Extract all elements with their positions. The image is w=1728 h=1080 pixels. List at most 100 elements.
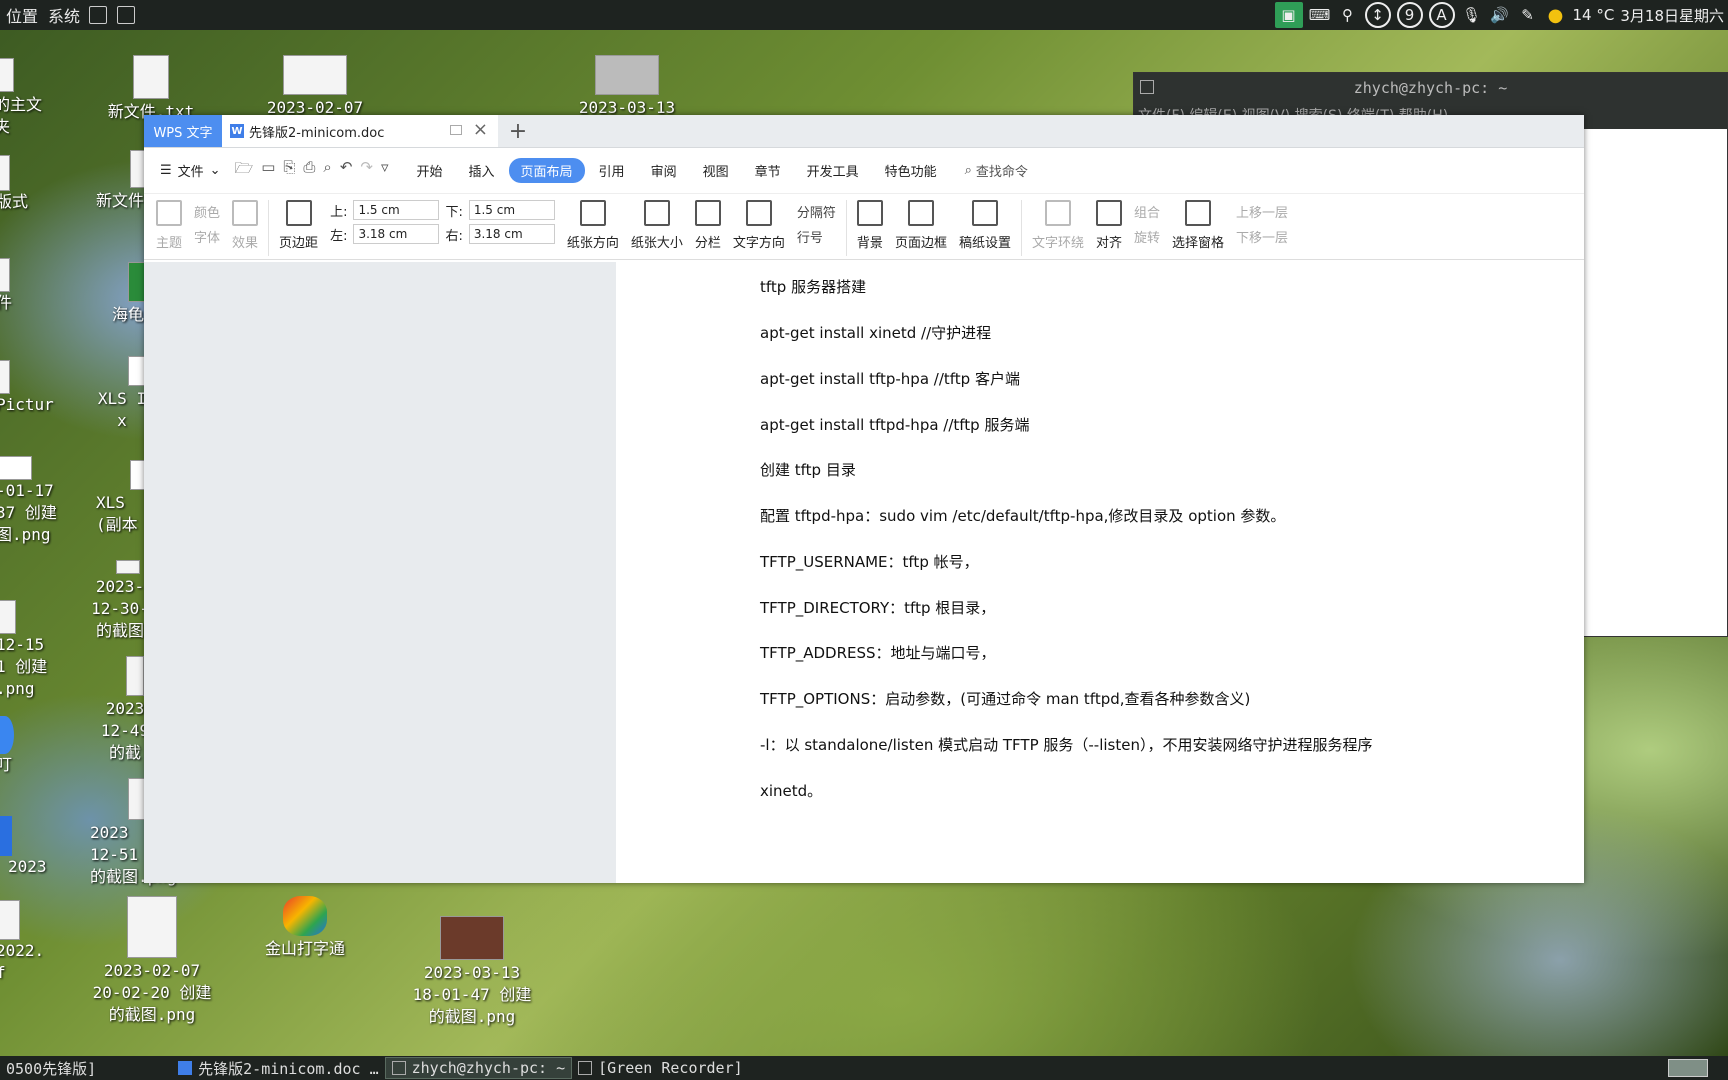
- undo-icon[interactable]: ↶: [340, 158, 353, 183]
- desktop-icon-newfile-txt[interactable]: 新文件.txt: [96, 55, 206, 123]
- tab-chapter[interactable]: 章节: [743, 158, 793, 183]
- command-search[interactable]: ⌕ 查找命令: [965, 161, 1028, 180]
- text-direction-button[interactable]: 文字方向: [727, 196, 791, 251]
- theme-button[interactable]: 主题: [150, 196, 188, 251]
- columns-button[interactable]: 分栏: [689, 196, 727, 251]
- pen-tool-icon[interactable]: ✎: [1517, 4, 1539, 26]
- align-button[interactable]: 对齐: [1090, 196, 1128, 251]
- color-button[interactable]: 颜色: [194, 202, 220, 221]
- tab-page-layout[interactable]: 页面布局: [508, 158, 585, 183]
- selection-pane-button[interactable]: 选择窗格: [1166, 196, 1230, 251]
- terminal-title: zhych@zhych-pc: ~: [1353, 79, 1508, 97]
- file-menu-button[interactable]: ☰ 文件 ⌄: [160, 161, 221, 180]
- wps-home-tab[interactable]: WPS 文字: [144, 115, 222, 147]
- open-icon[interactable]: 🗁: [235, 158, 254, 183]
- system-menu[interactable]: 系统: [42, 3, 84, 27]
- workspace-switcher[interactable]: [1668, 1059, 1708, 1077]
- page-border-button[interactable]: 页面边框: [889, 196, 953, 251]
- paper-size-button[interactable]: 纸张大小: [625, 196, 689, 251]
- terminal-titlebar[interactable]: zhych@zhych-pc: ~: [1134, 73, 1727, 103]
- tab-start[interactable]: 开始: [405, 158, 455, 183]
- updates-icon[interactable]: ↕: [1364, 2, 1391, 28]
- customize-toolbar-icon[interactable]: ▿: [381, 158, 389, 183]
- search-icon: ⌕: [964, 163, 972, 178]
- page-layout-ribbon: 主题 颜色 字体 效果 页边距 上: 1.5 cm 下: 1.5 cm 左: 3…: [144, 194, 1584, 260]
- hamburger-icon: ☰: [160, 163, 172, 178]
- desktop-icon-pdf-2022[interactable]: 2022. f: [0, 900, 56, 984]
- desktop-icon-jinshan-typing[interactable]: 金山打字通: [250, 896, 360, 960]
- taskbar-item-wps-doc[interactable]: 先锋版2-minicom.doc …: [172, 1057, 384, 1079]
- send-backward-button[interactable]: 下移一层: [1236, 227, 1288, 246]
- print-preview-icon[interactable]: ⌕: [323, 158, 331, 183]
- font-button[interactable]: 字体: [194, 227, 220, 246]
- clock-date[interactable]: 3月18日星期六: [1620, 5, 1724, 26]
- group-button[interactable]: 组合: [1134, 202, 1160, 221]
- tab-detach-icon[interactable]: [450, 125, 462, 135]
- microphone-icon[interactable]: 🎙: [1461, 4, 1483, 26]
- camera-recorder-icon[interactable]: ▣: [1274, 2, 1303, 28]
- tab-close-icon[interactable]: ×: [473, 119, 488, 140]
- redo-icon[interactable]: ↷: [360, 158, 373, 183]
- keyboard-icon[interactable]: ⌨: [1309, 4, 1331, 26]
- rotate-button[interactable]: 旋转: [1134, 227, 1160, 246]
- tab-insert[interactable]: 插入: [457, 158, 507, 183]
- print-icon[interactable]: ⎙: [303, 158, 315, 183]
- taskbar-item-green-recorder[interactable]: [Green Recorder]: [572, 1057, 749, 1079]
- desktop-icon-screenshot-1215[interactable]: 12-15 1 创建 .png: [0, 600, 66, 700]
- desktop-icon-wps-2023[interactable]: 2023: [0, 816, 56, 878]
- desktop-icon-home[interactable]: 的主文 夹: [0, 58, 54, 138]
- bring-forward-button[interactable]: 上移一层: [1236, 202, 1288, 221]
- desktop-icon-xls-1[interactable]: XLS I x: [92, 356, 152, 432]
- margin-left-input[interactable]: 3.18 cm: [353, 224, 440, 244]
- taskbar-item-xianfeng[interactable]: 0500先锋版]: [0, 1057, 102, 1079]
- margin-right-input[interactable]: 3.18 cm: [468, 224, 555, 244]
- desktop-icon-screenshot-0117[interactable]: -01-17 37 创建 图.png: [0, 456, 76, 546]
- desktop-icon-screenshot-0313-180147[interactable]: 2023-03-13 18-01-47 创建 的截图.png: [402, 916, 542, 1028]
- margins-button[interactable]: 页边距: [273, 196, 324, 251]
- document-tab[interactable]: W 先锋版2-minicom.doc ×: [222, 115, 498, 147]
- tab-special-features[interactable]: 特色功能: [873, 158, 949, 183]
- terminal-launcher-icon[interactable]: [117, 6, 136, 24]
- volume-icon[interactable]: 🔊: [1489, 4, 1511, 26]
- line-number-button[interactable]: 行号: [797, 227, 836, 246]
- orientation-button[interactable]: 纸张方向: [561, 196, 625, 251]
- text-editor-launcher-icon[interactable]: [89, 6, 108, 24]
- taskbar-item-terminal[interactable]: zhych@zhych-pc: ~: [384, 1057, 573, 1079]
- text-wrap-button[interactable]: 文字环绕: [1026, 196, 1090, 251]
- network-icon[interactable]: ⚲: [1337, 4, 1359, 26]
- window-icon: [578, 1061, 593, 1075]
- desktop-icon-file[interactable]: 件: [0, 258, 56, 314]
- tab-view[interactable]: 视图: [691, 158, 741, 183]
- doc-line: TFTP_ADDRESS：地址与端口号，: [760, 644, 996, 662]
- input-method-icon[interactable]: A: [1428, 2, 1455, 28]
- doc-line: 创建 tftp 目录: [760, 461, 856, 479]
- desktop-icon-screenshot-0207-200220[interactable]: 2023-02-07 20-02-20 创建 的截图.png: [82, 896, 222, 1026]
- quick-access-toolbar: 🗁 ▭ ⎘ ⎙ ⌕ ↶ ↷ ▿: [235, 158, 389, 183]
- save-icon[interactable]: ▭: [261, 158, 275, 183]
- margin-left-label: 左:: [330, 228, 348, 244]
- badge-nine[interactable]: 9: [1396, 2, 1423, 28]
- desktop-icon-screenshot-0313[interactable]: 2023-03-13: [562, 55, 692, 119]
- new-tab-button[interactable]: +: [498, 115, 538, 147]
- desktop-icon-pictures[interactable]: Pictur: [0, 360, 56, 416]
- manuscript-setup-button[interactable]: 稿纸设置: [953, 196, 1017, 251]
- desktop-icon-screenshot-0207[interactable]: 2023-02-07: [250, 55, 380, 119]
- margins-icon: [285, 200, 312, 226]
- document-page[interactable]: tftp 服务器搭建 apt-get install xinetd //守护进程…: [616, 262, 1584, 883]
- places-menu[interactable]: 位置: [0, 3, 42, 27]
- desktop-icon-dingtalk[interactable]: 叮: [0, 716, 36, 776]
- desktop-icon-layout[interactable]: 版式: [0, 155, 56, 213]
- doc-line: apt-get install tftpd-hpa //tftp 服务端: [760, 416, 1030, 434]
- margin-bottom-input[interactable]: 1.5 cm: [468, 200, 555, 220]
- margin-top-input[interactable]: 1.5 cm: [353, 200, 440, 220]
- tab-developer[interactable]: 开发工具: [795, 158, 871, 183]
- terminal-icon: [1140, 80, 1154, 94]
- background-button[interactable]: 背景: [851, 196, 889, 251]
- export-pdf-icon[interactable]: ⎘: [283, 158, 295, 183]
- weather-sun-icon[interactable]: ●: [1545, 4, 1567, 26]
- tab-references[interactable]: 引用: [587, 158, 637, 183]
- wps-doc-icon: [178, 1061, 193, 1075]
- separator-button[interactable]: 分隔符: [797, 202, 836, 221]
- tab-review[interactable]: 审阅: [639, 158, 689, 183]
- effect-button[interactable]: 效果: [226, 196, 264, 251]
